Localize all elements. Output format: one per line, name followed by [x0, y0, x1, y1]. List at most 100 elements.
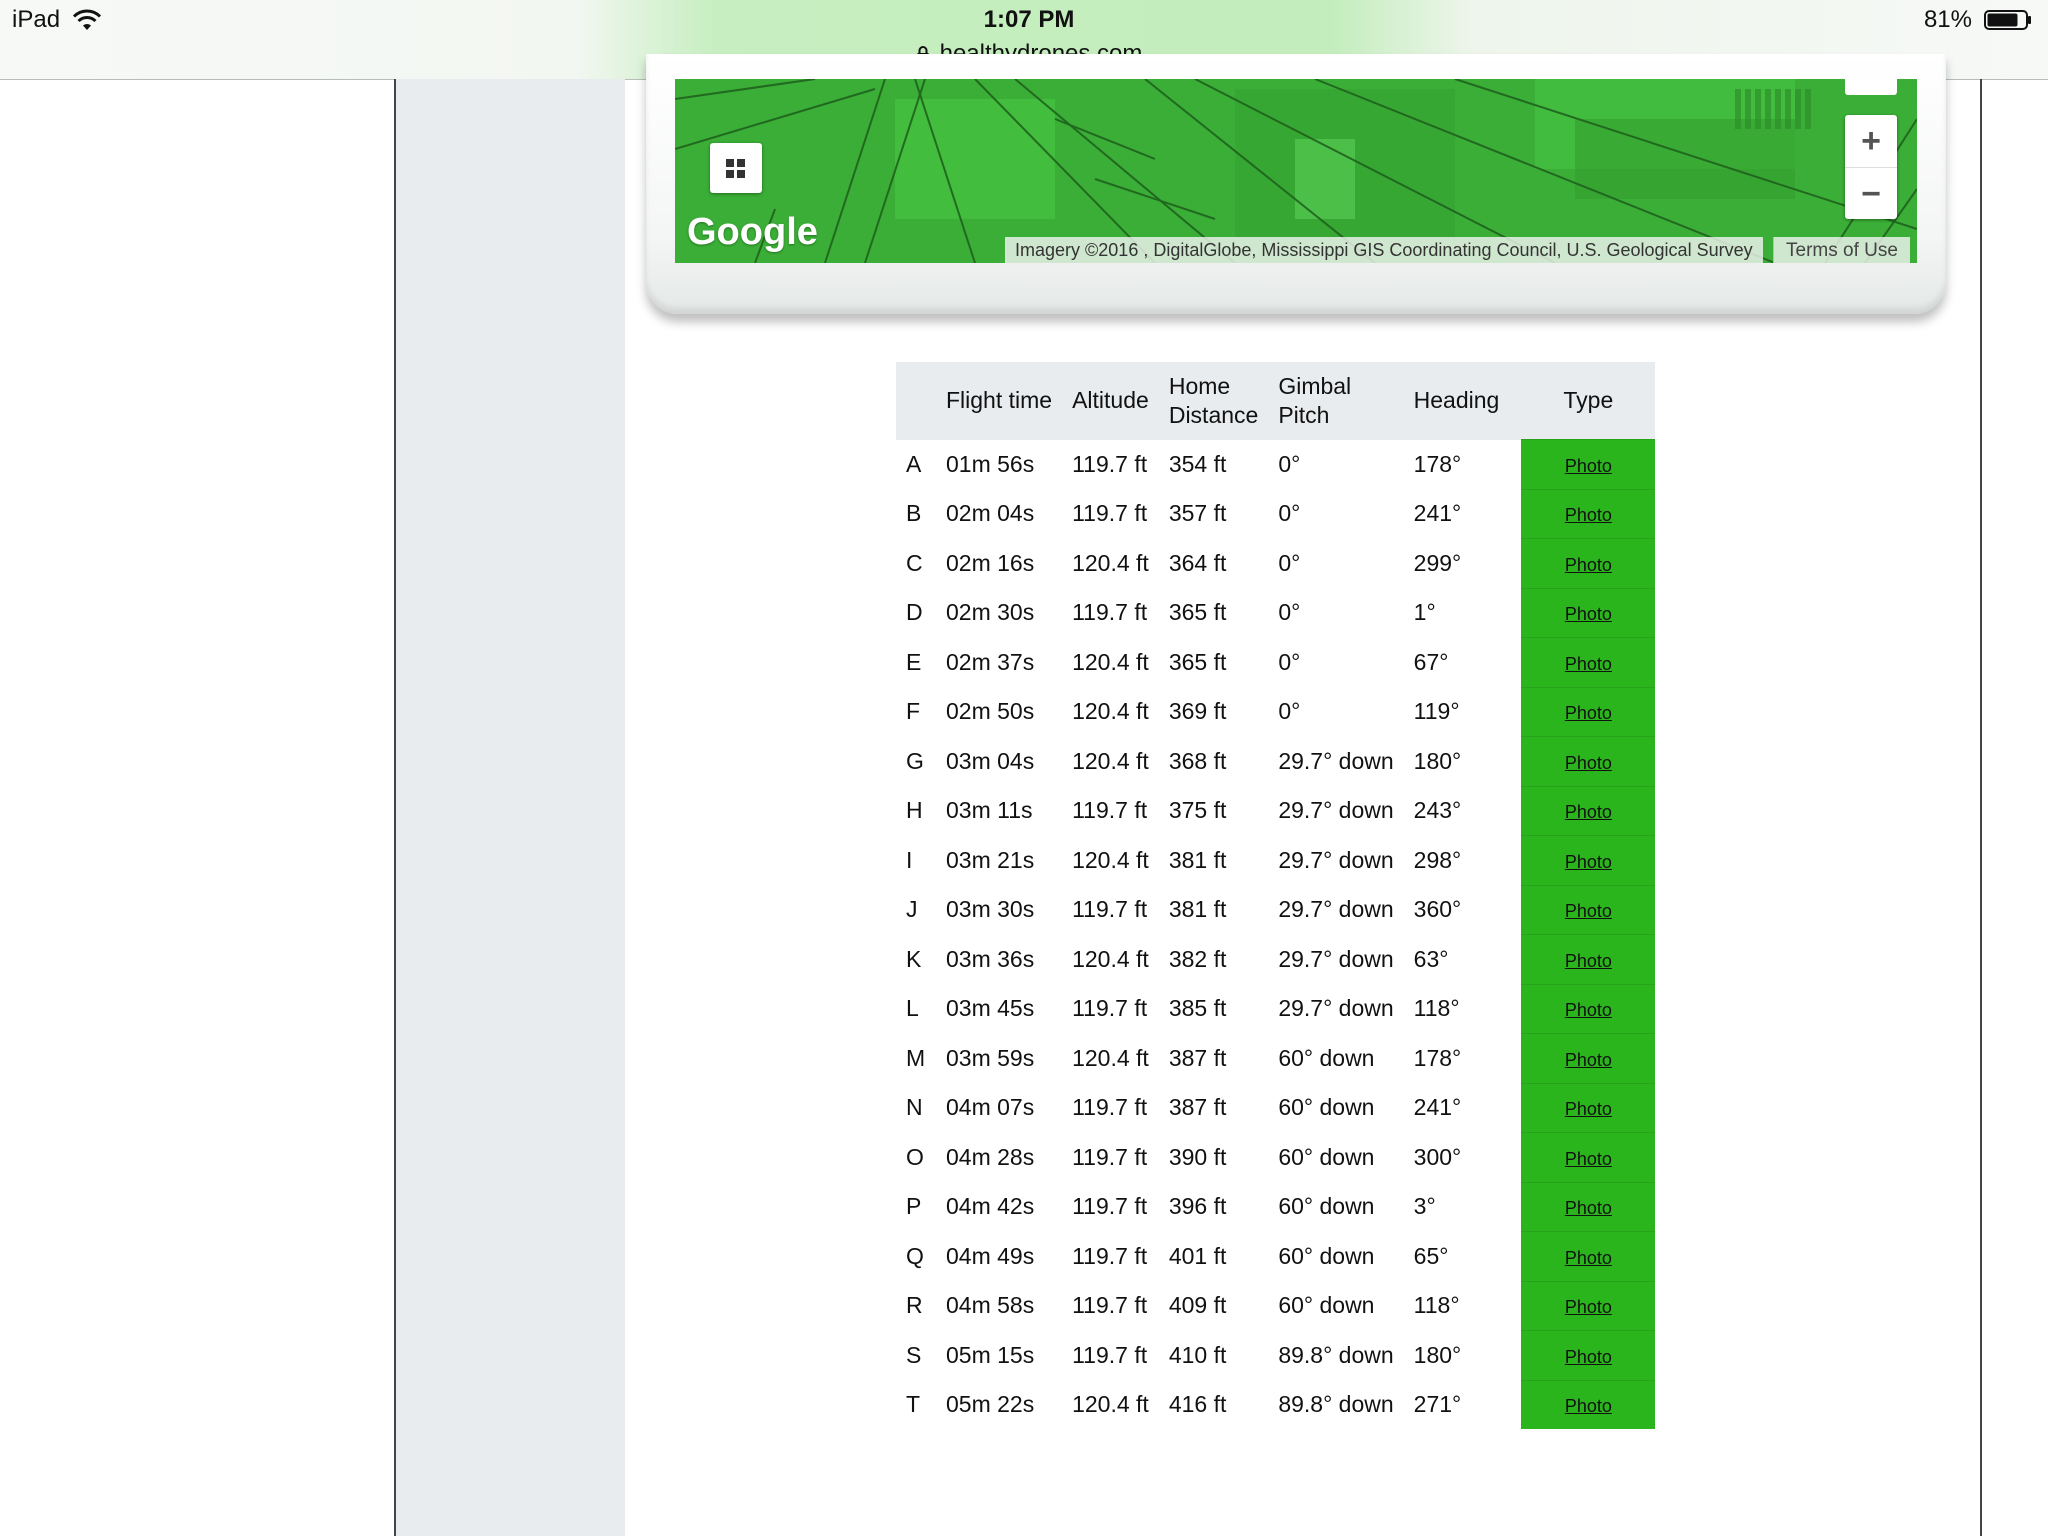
table-row: M 03m 59s 120.4 ft 387 ft 60° down 178° Photo	[896, 1033, 1656, 1083]
cell-waypoint-id: P	[906, 1193, 922, 1220]
column-header-altitude: Altitude	[1062, 362, 1159, 440]
cell-waypoint-id: S	[906, 1341, 922, 1368]
cell-flight-time: 04m 42s	[946, 1193, 1035, 1220]
cell-gimbal-pitch: 29.7° down	[1278, 896, 1394, 923]
terms-of-use-link[interactable]: Terms of Use	[1773, 237, 1910, 263]
cell-heading: 118°	[1413, 995, 1460, 1022]
cell-waypoint-id: D	[906, 599, 923, 626]
cell-waypoint-id: J	[906, 896, 918, 923]
photo-link[interactable]: Photo	[1565, 1347, 1612, 1367]
cell-waypoint-id: G	[906, 747, 924, 774]
cell-flight-time: 04m 49s	[946, 1242, 1035, 1269]
cell-altitude: 119.7 ft	[1072, 1242, 1148, 1269]
table-row: L 03m 45s 119.7 ft 385 ft 29.7° down 118° Phot…	[896, 983, 1656, 1034]
photo-link[interactable]: Photo	[1565, 604, 1612, 624]
cell-type: Photo	[1521, 1379, 1656, 1429]
cell-home-distance: 409 ft	[1168, 1292, 1227, 1319]
cell-type: Photo	[1521, 1132, 1656, 1182]
cell-type: Photo	[1521, 1280, 1656, 1331]
cell-heading: 178°	[1413, 1044, 1462, 1071]
zoom-out-button[interactable]: −	[1845, 167, 1897, 220]
cell-waypoint-id: T	[906, 1391, 921, 1417]
sidebar-panel	[396, 79, 625, 1536]
map-type-button[interactable]	[710, 143, 762, 193]
cell-waypoint-id: F	[906, 698, 921, 725]
cell-altitude: 119.7 ft	[1072, 1193, 1148, 1220]
cell-waypoint-id: H	[906, 797, 923, 824]
photo-link[interactable]: Photo	[1565, 1099, 1612, 1119]
cell-flight-time: 02m 04s	[946, 500, 1035, 527]
photo-link[interactable]: Photo	[1565, 901, 1612, 921]
photo-link[interactable]: Photo	[1565, 505, 1612, 525]
photo-link[interactable]: Photo	[1565, 1297, 1612, 1317]
zoom-in-button[interactable]: +	[1845, 115, 1897, 167]
cell-home-distance: 381 ft	[1168, 896, 1227, 923]
cell-altitude: 120.4 ft	[1072, 945, 1149, 972]
table-row: I 03m 21s 120.4 ft 381 ft 29.7° down 298° Phot…	[896, 835, 1656, 885]
photo-link[interactable]: Photo	[1565, 852, 1612, 872]
photo-link[interactable]: Photo	[1565, 1149, 1612, 1169]
photo-link[interactable]: Photo	[1565, 1198, 1612, 1218]
cell-heading: 299°	[1413, 549, 1462, 576]
satellite-map[interactable]: Google + − Imagery ©2016 , DigitalGlobe,…	[675, 79, 1917, 263]
cell-type: Photo	[1521, 637, 1656, 687]
cell-gimbal-pitch: 29.7° down	[1278, 797, 1394, 824]
table-row: J 03m 30s 119.7 ft 381 ft 29.7° down 360° Phot…	[896, 884, 1656, 935]
cell-gimbal-pitch: 60° down	[1278, 1292, 1375, 1319]
cell-flight-time: 05m 15s	[946, 1341, 1035, 1368]
cell-heading: 118°	[1413, 1292, 1460, 1319]
cell-waypoint-id: M	[906, 1044, 926, 1071]
cell-gimbal-pitch: 60° down	[1278, 1094, 1375, 1121]
cell-heading: 65°	[1413, 1242, 1449, 1269]
cell-home-distance: 381 ft	[1168, 846, 1227, 873]
map-control-button[interactable]	[1845, 79, 1897, 95]
cell-flight-time: 04m 07s	[946, 1094, 1035, 1121]
cell-gimbal-pitch: 29.7° down	[1278, 846, 1394, 873]
cell-altitude: 120.4 ft	[1072, 1391, 1149, 1417]
cell-flight-time: 02m 37s	[946, 648, 1035, 675]
column-header-flight-time: Flight time	[936, 362, 1063, 440]
cell-flight-time: 01m 56s	[946, 450, 1035, 477]
cell-heading: 63°	[1413, 945, 1449, 972]
cell-altitude: 119.7 ft	[1072, 1292, 1148, 1319]
cell-type: Photo	[1521, 1330, 1656, 1380]
cell-altitude: 119.7 ft	[1072, 1341, 1148, 1368]
cell-heading: 300°	[1413, 1143, 1462, 1170]
photo-link[interactable]: Photo	[1565, 1248, 1612, 1268]
table-row: N 04m 07s 119.7 ft 387 ft 60° down 241° Photo	[896, 1082, 1656, 1133]
column-header-home-distance: Home Distance	[1158, 362, 1269, 440]
cell-type: Photo	[1521, 1231, 1656, 1281]
photo-link[interactable]: Photo	[1565, 555, 1612, 575]
cell-altitude: 119.7 ft	[1072, 599, 1148, 626]
page-border-left	[394, 79, 396, 1536]
photo-link[interactable]: Photo	[1565, 951, 1612, 971]
cell-type: Photo	[1521, 1033, 1656, 1083]
photo-link[interactable]: Photo	[1565, 456, 1612, 476]
photo-link[interactable]: Photo	[1565, 1050, 1612, 1070]
cell-gimbal-pitch: 29.7° down	[1278, 747, 1394, 774]
cell-altitude: 119.7 ft	[1072, 1143, 1148, 1170]
table-row: O 04m 28s 119.7 ft 390 ft 60° down 300° Photo	[896, 1132, 1656, 1182]
cell-flight-time: 03m 30s	[946, 896, 1035, 923]
table-row: D 02m 30s 119.7 ft 365 ft 0° 1° Photo	[896, 587, 1656, 638]
column-header-heading: Heading	[1403, 362, 1522, 440]
cell-type: Photo	[1521, 736, 1656, 786]
cell-waypoint-id: A	[906, 450, 922, 477]
cell-altitude: 120.4 ft	[1072, 549, 1149, 576]
photo-link[interactable]: Photo	[1565, 802, 1612, 822]
table-row: H 03m 11s 119.7 ft 375 ft 29.7° down 243° Phot…	[896, 785, 1656, 836]
table-row: B 02m 04s 119.7 ft 357 ft 0° 241° Photo	[896, 488, 1656, 539]
photo-link[interactable]: Photo	[1565, 753, 1612, 773]
photo-link[interactable]: Photo	[1565, 1000, 1612, 1020]
cell-gimbal-pitch: 0°	[1278, 599, 1301, 626]
photo-link[interactable]: Photo	[1565, 1396, 1612, 1416]
cell-type: Photo	[1521, 686, 1656, 737]
cell-type: Photo	[1521, 983, 1656, 1034]
cell-flight-time: 04m 28s	[946, 1143, 1035, 1170]
photo-link[interactable]: Photo	[1565, 703, 1612, 723]
page-border-right	[1980, 79, 1982, 1536]
cell-home-distance: 387 ft	[1168, 1094, 1227, 1121]
cell-flight-time: 03m 45s	[946, 995, 1035, 1022]
cell-gimbal-pitch: 89.8° down	[1278, 1391, 1394, 1417]
photo-link[interactable]: Photo	[1565, 654, 1612, 674]
